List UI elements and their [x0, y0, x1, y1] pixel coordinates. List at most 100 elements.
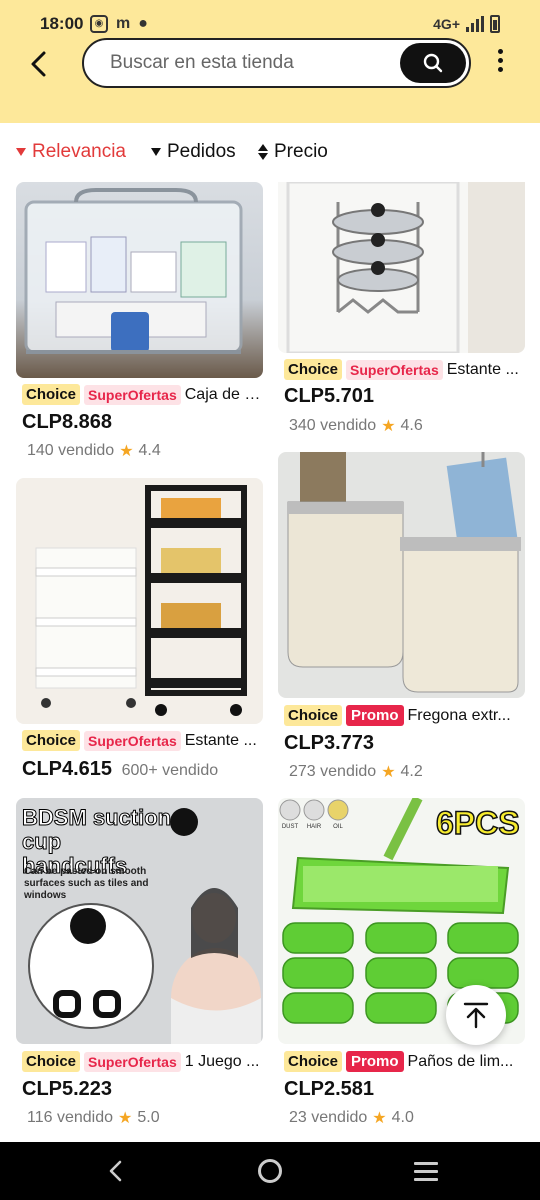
- scroll-to-top-button[interactable]: [446, 985, 506, 1045]
- badge-ofertas-text: Ofertas: [127, 1053, 177, 1070]
- mop-bucket-image: [287, 452, 521, 693]
- choice-badge: Choice: [22, 730, 81, 751]
- product-tags: Choice SuperOfertas Estante ...: [22, 730, 262, 751]
- badge-super-text: Super: [88, 1053, 128, 1070]
- badge-ofertas-text: Ofertas: [389, 361, 439, 378]
- badge-ofertas-text: Ofertas: [127, 732, 177, 749]
- price-value: CLP4.615: [22, 758, 113, 780]
- sold-count: 340 vendido: [289, 417, 377, 434]
- rating: 4.0: [391, 1109, 414, 1126]
- choice-badge: Choice: [284, 1051, 343, 1072]
- product-title: Paños de lim...: [407, 1052, 514, 1070]
- cart-shelf-image: [35, 485, 247, 716]
- product-meta: 340 vendido ★ 4.6: [289, 416, 423, 436]
- product-title: Fregona extr...: [407, 706, 511, 724]
- badge-super-text: Super: [350, 361, 390, 378]
- network-type: 4G+: [433, 16, 460, 32]
- search-button[interactable]: [400, 43, 466, 83]
- medicine-box-image: [24, 188, 243, 354]
- product-card[interactable]: Choice SuperOfertas Caja de a... CLP8.86…: [16, 182, 263, 467]
- product-price: CLP2.581: [284, 1078, 375, 1100]
- product-title: Estante ...: [184, 731, 257, 749]
- back-button[interactable]: [22, 46, 58, 82]
- product-card[interactable]: Choice SuperOfertas Estante ... CLP4.615…: [16, 478, 263, 783]
- badge-super-text: Super: [88, 732, 128, 749]
- product-price: CLP5.701: [284, 385, 375, 407]
- pad-icon-label-dust: DUST: [282, 824, 299, 830]
- product-image[interactable]: [278, 182, 525, 353]
- sold-count: 600+ vendido: [121, 762, 219, 779]
- rating: 4.4: [138, 442, 161, 459]
- nav-home-icon[interactable]: [258, 1159, 282, 1183]
- nav-back-icon[interactable]: [104, 1159, 128, 1183]
- system-navigation-bar: [0, 1142, 540, 1200]
- product-meta: 116 vendido ★ 5.0: [27, 1108, 160, 1128]
- product-card[interactable]: BDSM suction cup handcuffs Can be pasted…: [16, 798, 263, 1133]
- system-indicators: 4G+: [433, 15, 500, 33]
- badge-ofertas-text: Ofertas: [127, 386, 177, 403]
- star-icon: ★: [372, 1110, 387, 1127]
- battery-icon: [490, 15, 500, 33]
- nav-recents-icon[interactable]: [414, 1162, 438, 1186]
- sort-bar: Relevancia Pedidos Precio: [0, 135, 540, 175]
- store-header: 18:00 ◉ m ● 4G+: [0, 0, 540, 123]
- product-meta: 23 vendido ★ 4.0: [289, 1108, 414, 1128]
- product-price: CLP5.223: [22, 1078, 113, 1100]
- promo-badge: Promo: [346, 705, 404, 726]
- product-meta: 273 vendido ★ 4.2: [289, 762, 423, 782]
- mcdonalds-icon: m: [116, 15, 131, 32]
- product-tags: Choice SuperOfertas 1 Juego ...: [22, 1051, 262, 1072]
- more-options-icon[interactable]: [490, 46, 510, 80]
- rating: 4.6: [400, 417, 423, 434]
- superofertas-badge: SuperOfertas: [84, 1051, 181, 1072]
- product-image[interactable]: BDSM suction cup handcuffs Can be pasted…: [16, 798, 263, 1044]
- badge-super-text: Super: [88, 386, 128, 403]
- search-input[interactable]: [110, 52, 390, 74]
- product-card[interactable]: Choice SuperOfertas Estante ... CLP5.701…: [278, 182, 525, 437]
- sort-down-icon: [16, 148, 26, 156]
- star-icon: ★: [118, 1110, 133, 1127]
- product-image[interactable]: [278, 452, 525, 698]
- pads-count-badge: 6PCS: [436, 805, 520, 841]
- superofertas-badge: SuperOfertas: [84, 384, 181, 405]
- signal-icon: [466, 16, 484, 32]
- choice-badge: Choice: [22, 384, 81, 405]
- promo-badge: Promo: [346, 1051, 404, 1072]
- product-tags: Choice Promo Fregona extr...: [284, 705, 524, 726]
- product-image[interactable]: [16, 478, 263, 724]
- choice-badge: Choice: [284, 705, 343, 726]
- sort-relevance-label: Relevancia: [32, 141, 126, 162]
- app-notification-icon: ◉: [90, 15, 108, 33]
- product-card[interactable]: Choice Promo Fregona extr... CLP3.773 27…: [278, 452, 525, 787]
- choice-badge: Choice: [284, 359, 343, 380]
- chevron-left-icon: [31, 51, 46, 77]
- product-tags: Choice SuperOfertas Caja de a...: [22, 384, 262, 405]
- search-icon: [423, 53, 443, 73]
- sort-price[interactable]: Precio: [258, 141, 328, 163]
- product-title: Estante ...: [446, 360, 519, 378]
- search-bar[interactable]: [82, 38, 471, 88]
- product-title: 1 Juego ...: [184, 1052, 260, 1070]
- product-title: Caja de a...: [184, 385, 262, 403]
- status-time: 18:00: [40, 14, 84, 33]
- sort-relevance[interactable]: Relevancia: [16, 141, 126, 163]
- star-icon: ★: [381, 764, 396, 781]
- star-icon: ★: [119, 443, 134, 460]
- product-meta: 140 vendido ★ 4.4: [27, 441, 161, 461]
- product-card[interactable]: DUST HAIR OIL 6PCS Choice Promo Paños de…: [278, 798, 525, 1133]
- sold-count: 23 vendido: [289, 1109, 368, 1126]
- pad-icon-label-oil: OIL: [333, 824, 343, 830]
- superofertas-badge: SuperOfertas: [84, 730, 181, 751]
- product-tags: Choice SuperOfertas Estante ...: [284, 359, 524, 380]
- notification-icons: ◉ m ●: [90, 15, 148, 33]
- sort-down-icon: [151, 148, 161, 156]
- sort-updown-icon: [258, 144, 268, 160]
- product-price: CLP4.615 600+ vendido: [22, 758, 218, 781]
- rating: 5.0: [137, 1109, 160, 1126]
- product-price: CLP8.868: [22, 411, 113, 433]
- chat-bubble-icon: ●: [138, 15, 148, 32]
- sort-orders[interactable]: Pedidos: [151, 141, 236, 163]
- sort-orders-label: Pedidos: [167, 141, 236, 162]
- superofertas-badge: SuperOfertas: [346, 359, 443, 380]
- product-image[interactable]: [16, 182, 263, 378]
